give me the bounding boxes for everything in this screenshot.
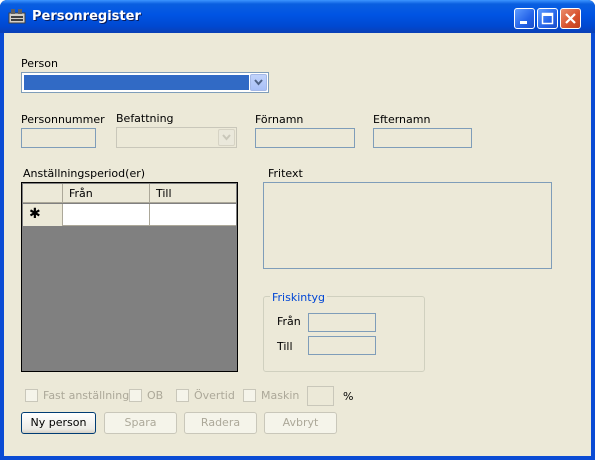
table-row[interactable]: ✱ [23, 204, 236, 226]
friskintyg-to-label: Till [277, 340, 293, 353]
person-combo[interactable] [21, 72, 269, 93]
friskintyg-from-label: Från [277, 315, 301, 328]
personnummer-field[interactable] [21, 128, 96, 148]
befattning-label: Befattning [116, 112, 174, 125]
grid-cell-till[interactable] [150, 204, 236, 226]
window-frame-bottom [0, 456, 595, 460]
friskintyg-title: Friskintyg [270, 291, 328, 304]
close-button[interactable] [560, 8, 581, 29]
avbryt-button[interactable]: Avbryt [264, 412, 337, 434]
grid-column-header-fran[interactable]: Från [63, 184, 150, 203]
personnummer-label: Personnummer [21, 113, 105, 126]
employment-label: Anställningsperiod(er) [23, 167, 146, 180]
ob-label: OB [147, 389, 164, 402]
radera-button[interactable]: Radera [184, 412, 257, 434]
grid-header: Från Till [23, 184, 236, 203]
app-icon [8, 9, 26, 24]
title-bar[interactable]: Personregister [0, 0, 595, 33]
employment-grid[interactable]: Från Till ✱ [21, 182, 238, 372]
efternamn-label: Efternamn [373, 113, 431, 126]
person-label: Person [21, 57, 58, 70]
fritext-label: Fritext [268, 167, 303, 180]
close-icon [565, 13, 576, 24]
maximize-icon [541, 12, 554, 25]
fornamn-field[interactable] [255, 128, 355, 148]
overtid-label: Övertid [194, 389, 235, 402]
fornamn-label: Förnamn [255, 113, 304, 126]
fritext-field[interactable] [263, 182, 552, 269]
spara-button[interactable]: Spara [104, 412, 177, 434]
window-title: Personregister [32, 9, 141, 24]
fast-anstallning-label: Fast anställning [43, 389, 130, 402]
efternamn-field[interactable] [373, 128, 472, 148]
friskintyg-to-field[interactable] [308, 336, 376, 355]
grid-cell-fran[interactable] [63, 204, 150, 226]
ny-person-button[interactable]: Ny person [21, 412, 96, 434]
maskin-percent-field[interactable] [307, 386, 334, 406]
maskin-label: Maskin [261, 389, 300, 402]
befattning-combo[interactable] [116, 127, 237, 148]
chevron-down-icon [254, 79, 263, 86]
ob-checkbox[interactable] [129, 389, 142, 402]
friskintyg-from-field[interactable] [308, 313, 376, 332]
chevron-down-icon [222, 134, 231, 141]
friskintyg-group [263, 296, 425, 372]
person-dropdown-button[interactable] [250, 74, 267, 91]
new-row-icon: ✱ [29, 206, 41, 222]
percent-label: % [343, 390, 354, 403]
window-frame-right [591, 33, 595, 460]
person-selection-highlight [24, 75, 249, 90]
fast-anstallning-checkbox[interactable] [25, 389, 38, 402]
minimize-button[interactable] [514, 8, 535, 29]
minimize-icon [520, 21, 527, 24]
row-header-cell[interactable]: ✱ [23, 204, 63, 226]
grid-corner-cell [23, 184, 63, 203]
overtid-checkbox[interactable] [176, 389, 189, 402]
maximize-button[interactable] [537, 8, 558, 29]
grid-column-header-till[interactable]: Till [150, 184, 236, 203]
befattning-dropdown-button[interactable] [218, 129, 235, 146]
maskin-checkbox[interactable] [243, 389, 256, 402]
